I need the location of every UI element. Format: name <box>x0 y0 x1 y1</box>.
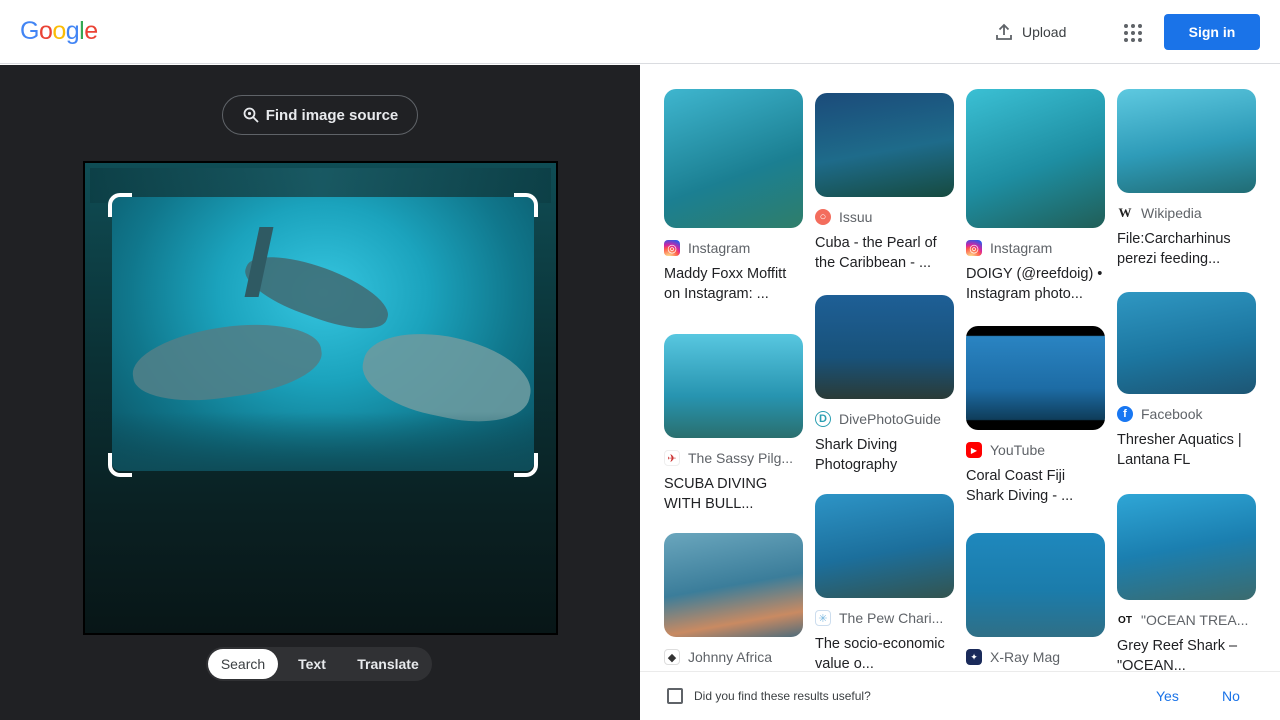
mode-translate-tab[interactable]: Translate <box>346 649 430 679</box>
feedback-yes-button[interactable]: Yes <box>1156 688 1179 704</box>
youtube-icon: ▶ <box>966 442 982 458</box>
result-source: ◎ Instagram <box>664 240 803 256</box>
feedback-no-button[interactable]: No <box>1222 688 1240 704</box>
result-title[interactable]: File:Carcharhinus perezi feeding... <box>1117 229 1256 269</box>
logo-letter: o <box>38 17 53 45</box>
result-source: ▶ YouTube <box>966 442 1105 458</box>
result-thumbnail[interactable] <box>664 334 803 438</box>
result-source: W Wikipedia <box>1117 205 1202 221</box>
site-favicon-icon: ✈ <box>664 450 680 466</box>
lens-search-icon <box>243 107 259 123</box>
result-thumbnail[interactable] <box>966 533 1105 637</box>
apps-grid-icon <box>1124 24 1128 28</box>
crop-handle-top-left[interactable] <box>108 193 132 217</box>
result-source: ✳ The Pew Chari... <box>815 610 954 626</box>
upload-icon <box>996 23 1012 40</box>
result-card[interactable]: ◎ Instagram Maddy Foxx Moffitt on Instag… <box>664 89 803 304</box>
result-thumbnail[interactable] <box>664 89 803 228</box>
result-card[interactable]: f Facebook Thresher Aquatics | Lantana F… <box>1117 292 1256 470</box>
logo-letter: e <box>84 17 98 45</box>
query-image-pane: Find image source Search Text Translate <box>0 65 640 720</box>
instagram-icon: ◎ <box>966 240 982 256</box>
wikipedia-icon: W <box>1117 205 1133 221</box>
divephotoguide-icon: D <box>815 411 831 427</box>
result-thumbnail[interactable] <box>815 295 954 399</box>
crop-handle-top-right[interactable] <box>514 193 538 217</box>
result-title[interactable]: Grey Reef Shark – "OCEAN... <box>1117 636 1256 676</box>
upload-label: Upload <box>1022 24 1067 40</box>
result-thumbnail[interactable] <box>966 89 1105 228</box>
xray-mag-icon: ✦ <box>966 649 982 665</box>
result-source: D DivePhotoGuide <box>815 411 954 427</box>
result-source: ○ Issuu <box>815 209 954 225</box>
result-source: ✈ The Sassy Pilg... <box>664 450 803 466</box>
result-thumbnail[interactable] <box>815 494 954 598</box>
result-card[interactable]: W Wikipedia File:Carcharhinus perezi fee… <box>1117 89 1256 269</box>
result-source: f Facebook <box>1117 406 1256 422</box>
find-source-label: Find image source <box>265 106 399 124</box>
result-title[interactable]: Cuba - the Pearl of the Caribbean - ... <box>815 233 954 273</box>
upload-button[interactable]: Upload <box>986 16 1074 48</box>
result-source: ◆ Johnny Africa <box>664 649 803 665</box>
result-card[interactable]: ▶ YouTube Coral Coast Fiji Shark Diving … <box>966 326 1105 506</box>
result-thumbnail[interactable] <box>1117 292 1256 394</box>
result-title[interactable]: Shark Diving Photography <box>815 435 954 475</box>
logo-letter: G <box>20 17 39 45</box>
result-title[interactable]: DOIGY (@reefdoig) • Instagram photo... <box>966 264 1105 304</box>
result-title[interactable]: SCUBA DIVING WITH BULL... <box>664 474 803 514</box>
result-title[interactable]: Coral Coast Fiji Shark Diving - ... <box>966 466 1105 506</box>
result-card[interactable]: ○ Issuu Cuba - the Pearl of the Caribbea… <box>815 89 954 273</box>
result-card[interactable]: ✦ X-Ray Mag <box>966 529 1105 665</box>
result-title[interactable]: The socio-economic value o... <box>815 634 954 674</box>
logo-letter: o <box>52 17 66 45</box>
result-thumbnail[interactable] <box>1117 494 1256 600</box>
result-title[interactable]: Maddy Foxx Moffitt on Instagram: ... <box>664 264 803 304</box>
instagram-icon: ◎ <box>664 240 680 256</box>
result-source: OT "OCEAN TREA... <box>1117 612 1249 628</box>
result-title[interactable]: Thresher Aquatics | Lantana FL <box>1117 430 1256 470</box>
issuu-icon: ○ <box>815 209 831 225</box>
google-apps-button[interactable] <box>1116 16 1148 48</box>
result-card[interactable]: ✈ The Sassy Pilg... SCUBA DIVING WITH BU… <box>664 326 803 514</box>
find-image-source-button[interactable]: Find image source <box>222 95 418 135</box>
result-thumbnail[interactable] <box>815 93 954 197</box>
result-thumbnail[interactable] <box>1117 89 1256 193</box>
result-card[interactable]: ✳ The Pew Chari... The socio-economic va… <box>815 494 954 674</box>
mode-search-tab[interactable]: Search <box>208 649 278 679</box>
feedback-bar: Did you find these results useful? Yes N… <box>640 671 1280 720</box>
facebook-icon: f <box>1117 406 1133 422</box>
result-thumbnail[interactable] <box>966 326 1105 430</box>
site-favicon-icon: ◆ <box>664 649 680 665</box>
crop-handle-bottom-right[interactable] <box>514 453 538 477</box>
feedback-icon <box>667 688 683 704</box>
result-card[interactable]: D DivePhotoGuide Shark Diving Photograph… <box>815 291 954 475</box>
top-bar: Google Upload Sign in <box>0 0 1280 64</box>
sign-in-button[interactable]: Sign in <box>1164 14 1260 50</box>
mode-text-tab[interactable]: Text <box>278 649 346 679</box>
crop-handle-bottom-left[interactable] <box>108 453 132 477</box>
result-source: ✦ X-Ray Mag <box>966 649 1105 665</box>
selected-crop-region[interactable] <box>112 197 534 471</box>
lens-mode-toggle: Search Text Translate <box>206 647 432 681</box>
result-source: ◎ Instagram <box>966 240 1105 256</box>
result-card[interactable]: ◎ Instagram DOIGY (@reefdoig) • Instagra… <box>966 89 1105 304</box>
feedback-question: Did you find these results useful? <box>694 689 871 703</box>
visual-matches-pane: ◎ Instagram Maddy Foxx Moffitt on Instag… <box>640 65 1280 720</box>
logo-letter: g <box>65 17 80 45</box>
result-card[interactable]: ◆ Johnny Africa <box>664 529 803 665</box>
result-thumbnail[interactable] <box>664 533 803 637</box>
ocean-treasures-icon: OT <box>1117 612 1133 628</box>
result-card[interactable]: OT "OCEAN TREA... Grey Reef Shark – "OCE… <box>1117 494 1256 676</box>
google-logo[interactable]: Google <box>20 17 98 46</box>
pew-icon: ✳ <box>815 610 831 626</box>
